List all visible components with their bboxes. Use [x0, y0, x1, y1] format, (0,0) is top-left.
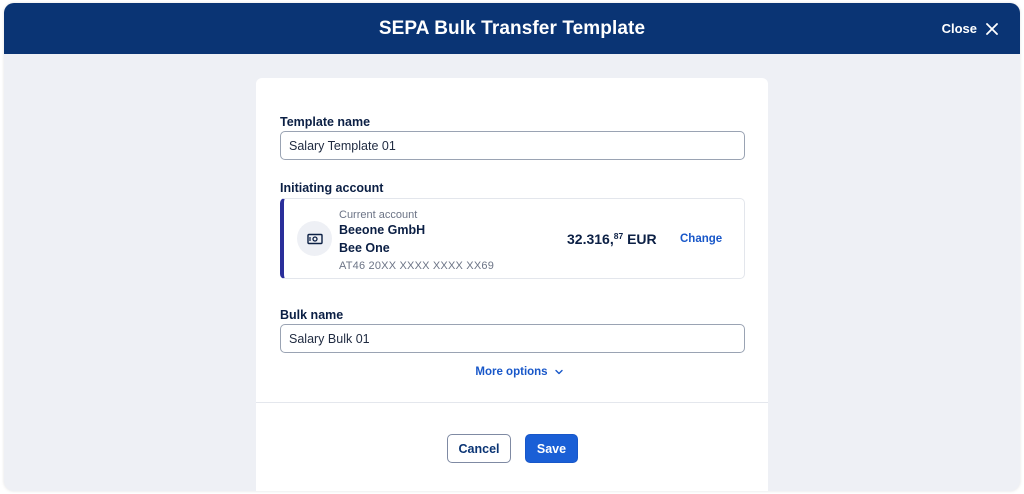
account-name: Bee One — [339, 241, 390, 255]
bulk-name-input[interactable] — [280, 324, 745, 353]
more-options-label: More options — [475, 366, 548, 378]
close-label: Close — [941, 21, 977, 36]
balance-decimals: 87 — [613, 231, 624, 241]
save-button[interactable]: Save — [525, 434, 578, 463]
account-icon-wrapper — [297, 221, 332, 256]
banknote-icon — [306, 233, 323, 244]
account-company: Beeone GmbH — [339, 223, 426, 237]
account-card: Current account Beeone GmbH Bee One AT46… — [280, 198, 745, 279]
chevron-down-icon — [554, 369, 563, 375]
form-card: Template name Initiating account Current… — [256, 78, 768, 491]
cancel-button[interactable]: Cancel — [447, 434, 511, 463]
template-name-input[interactable] — [280, 131, 745, 160]
close-icon — [986, 22, 998, 35]
modal-header: SEPA Bulk Transfer Template Close — [4, 3, 1020, 54]
account-balance: 32.316,87 EUR — [567, 231, 657, 247]
initiating-account-label: Initiating account — [280, 181, 384, 195]
account-type: Current account — [339, 209, 418, 221]
balance-main: 32.316, — [567, 231, 614, 247]
modal-window: SEPA Bulk Transfer Template Close Templa… — [4, 3, 1020, 491]
account-iban: AT46 20XX XXXX XXXX XX69 — [339, 260, 495, 272]
change-account-link[interactable]: Change — [680, 233, 722, 245]
modal-title: SEPA Bulk Transfer Template — [378, 17, 646, 39]
footer-divider — [256, 402, 768, 403]
close-button[interactable]: Close — [942, 3, 998, 54]
bulk-name-label: Bulk name — [280, 308, 344, 322]
balance-currency: EUR — [623, 231, 657, 247]
more-options-toggle[interactable]: More options — [475, 366, 563, 378]
template-name-label: Template name — [280, 115, 371, 129]
